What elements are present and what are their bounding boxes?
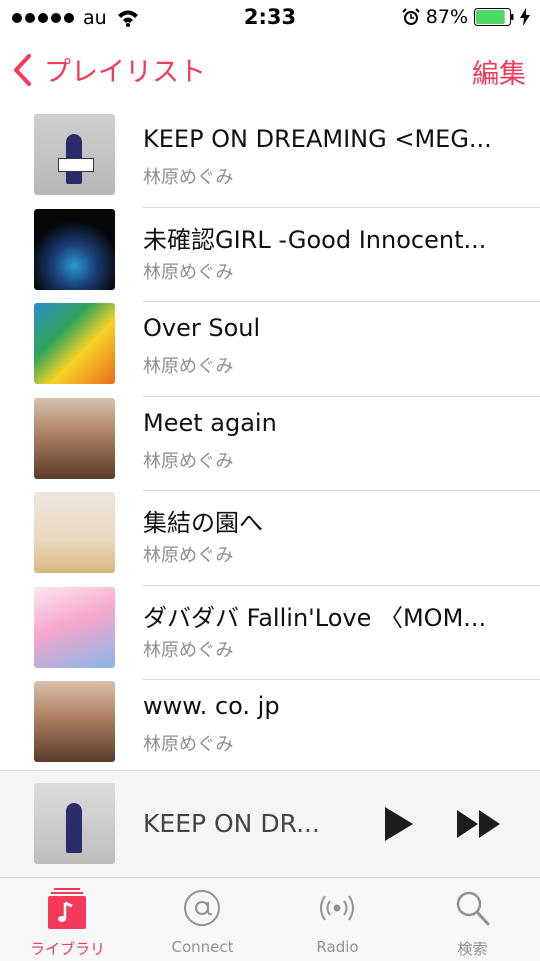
tab-label: Radio: [316, 938, 359, 956]
song-row[interactable]: 集結の園へ 林原めぐみ: [0, 491, 540, 586]
search-icon: [456, 891, 490, 926]
now-playing-artwork: [34, 783, 115, 864]
song-artist: 林原めぐみ: [143, 734, 234, 755]
song-artist: 林原めぐみ: [143, 639, 234, 661]
song-row[interactable]: Meet again 林原めぐみ: [0, 397, 540, 491]
album-artwork: [34, 681, 115, 762]
song-title: Over Soul: [143, 314, 261, 342]
charging-bolt-icon: [520, 8, 530, 26]
status-right: 87%: [402, 6, 530, 28]
album-artwork: [34, 586, 115, 668]
song-artist: 林原めぐみ: [143, 545, 234, 566]
status-bar: au 2:33 87%: [0, 0, 540, 38]
song-row[interactable]: Over Soul 林原めぐみ: [0, 302, 540, 397]
play-button[interactable]: [380, 805, 416, 843]
battery-icon: [474, 8, 514, 26]
song-list[interactable]: KEEP ON DREAMING <MEG... 林原めぐみ 未確認GIRL -…: [0, 113, 540, 770]
song-title: Meet again: [143, 408, 277, 437]
song-title: www. co. jp: [143, 692, 280, 720]
song-artist: 林原めぐみ: [143, 261, 234, 283]
at-sign-icon: [184, 890, 220, 926]
album-artwork: [34, 114, 115, 195]
tab-connect[interactable]: Connect: [135, 878, 270, 961]
album-artwork: [34, 303, 115, 384]
song-row[interactable]: 未確認GIRL -Good Innocent... 林原めぐみ: [0, 208, 540, 302]
tab-bar: ライブラリ Connect Radio 検索: [0, 877, 540, 961]
tab-library[interactable]: ライブラリ: [0, 878, 135, 961]
song-row[interactable]: ダバダバ Fallin'Love 〈MOM... 林原めぐみ: [0, 586, 540, 680]
fast-forward-button[interactable]: [456, 809, 502, 839]
song-artist: 林原めぐみ: [143, 167, 234, 188]
song-artist: 林原めぐみ: [143, 450, 234, 472]
tab-label: 検索: [457, 940, 488, 958]
mini-player[interactable]: KEEP ON DR...: [0, 770, 540, 878]
song-title: 集結の園へ: [143, 509, 263, 537]
back-label: プレイリスト: [44, 57, 206, 88]
edit-button[interactable]: 編集: [472, 52, 526, 91]
song-title: KEEP ON DREAMING <MEG...: [143, 125, 492, 153]
now-playing-title: KEEP ON DR...: [143, 809, 320, 838]
radio-broadcast-icon: [320, 895, 354, 921]
navigation-bar: プレイリスト 編集: [0, 38, 540, 106]
album-artwork: [34, 208, 115, 290]
alarm-clock-icon: [402, 8, 420, 25]
album-artwork: [34, 397, 115, 479]
song-artist: 林原めぐみ: [143, 356, 234, 377]
song-row[interactable]: www. co. jp 林原めぐみ: [0, 680, 540, 770]
song-title: ダバダバ Fallin'Love 〈MOM...: [143, 603, 487, 632]
album-artwork: [34, 492, 115, 573]
tab-label: Connect: [171, 938, 234, 956]
chevron-left-icon: [14, 53, 31, 86]
tab-search[interactable]: 検索: [405, 878, 540, 961]
song-title: 未確認GIRL -Good Innocent...: [143, 225, 487, 254]
back-button[interactable]: プレイリスト: [12, 50, 206, 89]
music-note-icon: [48, 888, 86, 929]
tab-radio[interactable]: Radio: [270, 878, 405, 961]
battery-percent: 87%: [425, 6, 468, 28]
tab-label: ライブラリ: [29, 940, 105, 958]
song-row[interactable]: KEEP ON DREAMING <MEG... 林原めぐみ: [0, 113, 540, 208]
